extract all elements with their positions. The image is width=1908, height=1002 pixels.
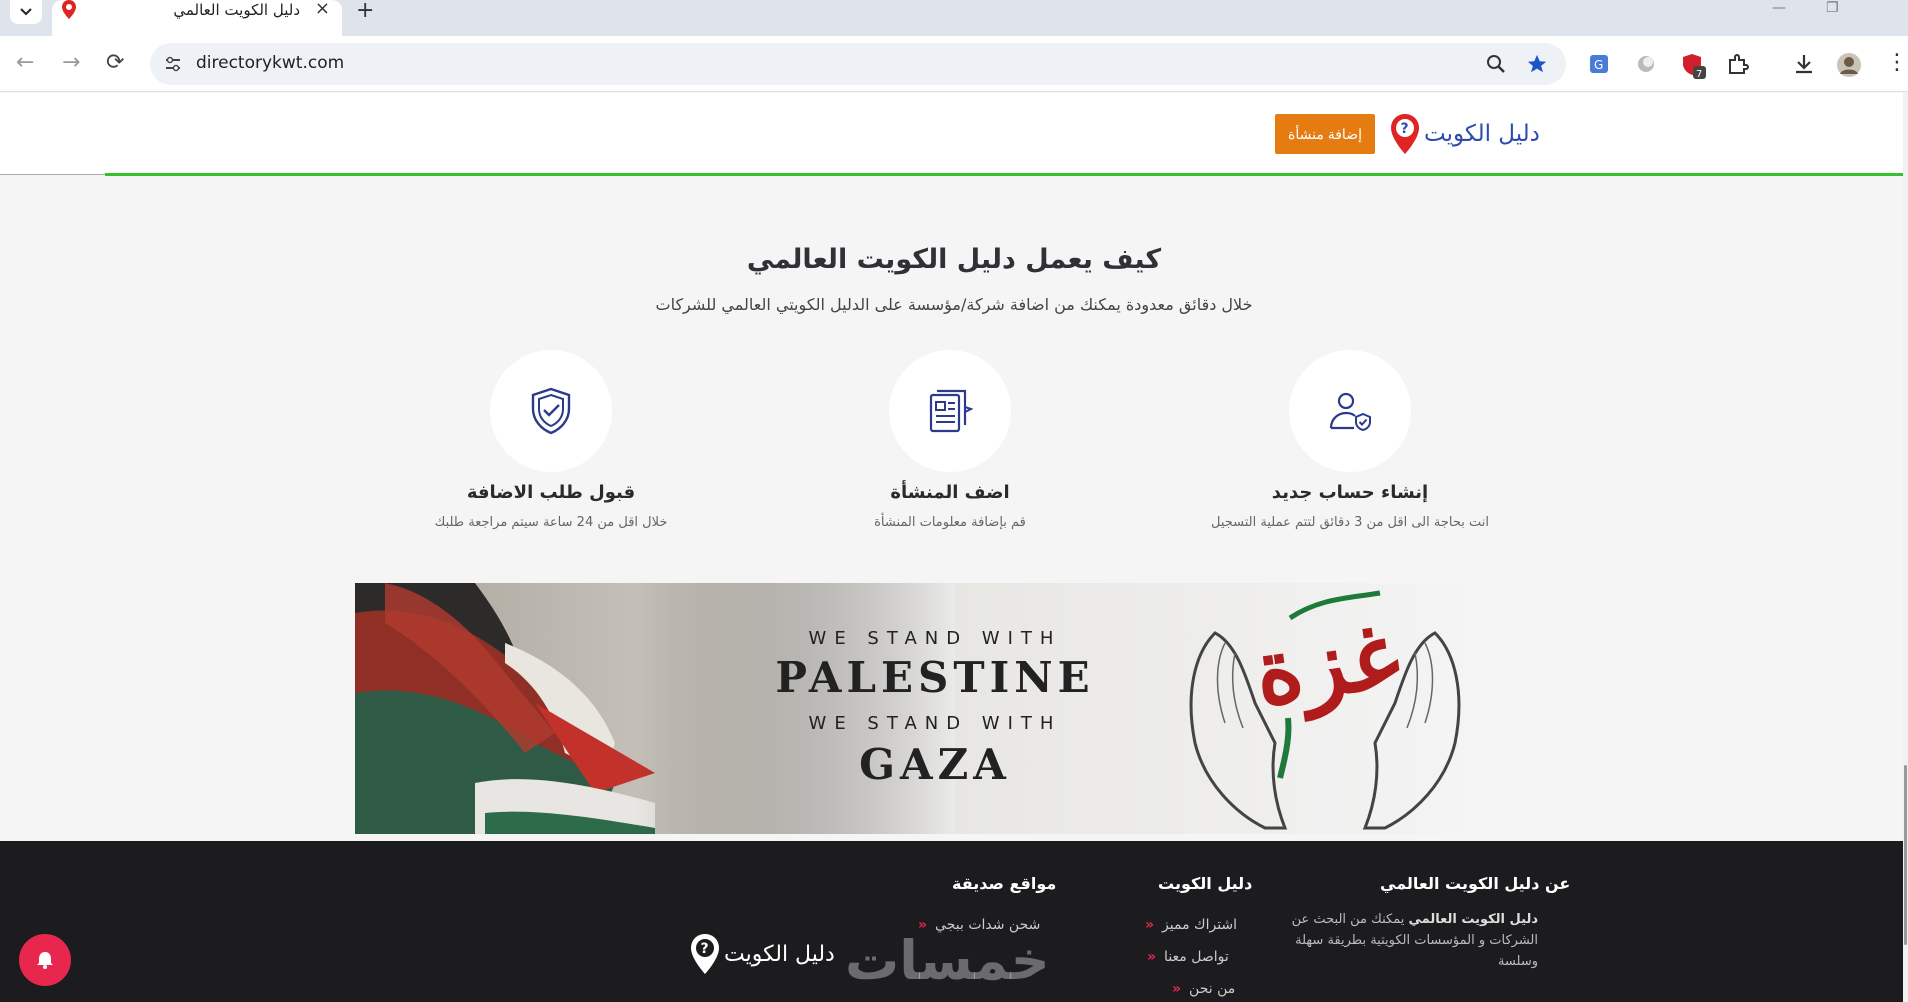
banner-text: WE STAND WITH xyxy=(785,628,1085,649)
shield-check-icon xyxy=(531,387,571,435)
menu-kebab-icon[interactable]: ⋮ xyxy=(1886,50,1908,75)
extensions-puzzle-icon[interactable] xyxy=(1726,52,1750,76)
divider xyxy=(0,174,105,175)
footer-logo[interactable]: ? دليل الكويت xyxy=(690,933,835,975)
minimize-icon[interactable]: — xyxy=(1772,0,1786,16)
footer-logo-text: دليل الكويت xyxy=(724,941,835,967)
double-chevron-icon: « xyxy=(1145,917,1155,933)
footer-directory-title: دليل الكويت xyxy=(1158,874,1253,893)
section-subtitle: خلال دقائق معدودة يمكنك من اضافة شركة/مؤ… xyxy=(655,295,1253,314)
section-title: كيف يعمل دليل الكويت العالمي xyxy=(746,244,1162,275)
map-pin-question-icon: ? xyxy=(691,934,719,974)
browser-tab[interactable]: دليل الكويت العالمي × xyxy=(52,0,342,36)
footer-link-label: تواصل معنا xyxy=(1164,949,1229,965)
site-footer: عن دليل الكويت العالمي دليل الكويت العال… xyxy=(0,841,1903,1002)
svg-text:?: ? xyxy=(1401,121,1409,137)
browser-tab-strip: دليل الكويت العالمي × + — ❐ xyxy=(0,0,1908,36)
close-icon[interactable]: × xyxy=(315,0,330,19)
restore-icon[interactable]: ❐ xyxy=(1826,0,1839,16)
tab-title: دليل الكويت العالمي xyxy=(173,1,300,19)
svg-text:?: ? xyxy=(701,941,709,957)
footer-link-label: من نحن xyxy=(1189,981,1236,997)
reload-icon[interactable]: ⟳ xyxy=(106,50,124,75)
calligraphy-accent xyxy=(1277,590,1381,779)
profile-avatar[interactable] xyxy=(1836,52,1861,77)
footer-about-title: عن دليل الكويت العالمي xyxy=(1380,874,1571,893)
step-create-account: إنشاء حساب جديد انت بحاجة الى اقل من 3 د… xyxy=(1160,350,1540,530)
user-check-icon xyxy=(1329,392,1371,432)
progress-line xyxy=(105,173,1908,176)
url-text: directorykwt.com xyxy=(196,53,345,73)
adblock-extension-icon[interactable]: 7 xyxy=(1680,52,1706,80)
banner-text: PALESTINE xyxy=(765,653,1105,702)
scrollbar-thumb[interactable] xyxy=(1904,765,1907,945)
translate-extension-icon[interactable]: G xyxy=(1588,52,1612,76)
banner-line: WE STAND WITH xyxy=(808,713,1062,734)
step-title: إنشاء حساب جديد xyxy=(1271,482,1429,503)
palestine-banner: WE STAND WITH PALESTINE WE STAND WITH GA… xyxy=(355,583,1468,834)
step-icon-circle xyxy=(490,350,612,472)
document-icon xyxy=(929,389,973,433)
map-pin-question-icon: ? xyxy=(1391,114,1419,154)
footer-link-contact[interactable]: تواصل معنا « xyxy=(1147,949,1229,965)
footer-link-premium[interactable]: اشتراك مميز « xyxy=(1145,917,1237,933)
footer-link-about[interactable]: من نحن « xyxy=(1172,981,1235,997)
site-header: ? دليل الكويت إضافة منشأة xyxy=(0,93,1908,176)
banner-text: WE STAND WITH xyxy=(785,713,1085,734)
footer-about-bold: دليل الكويت العالمي xyxy=(1408,912,1538,927)
svg-text:G: G xyxy=(1594,58,1603,72)
banner-headline: GAZA xyxy=(859,740,1011,789)
step-title: قبول طلب الاضافة xyxy=(466,482,636,503)
banner-headline: PALESTINE xyxy=(775,653,1095,702)
bell-icon xyxy=(37,952,53,969)
add-business-button[interactable]: إضافة منشأة xyxy=(1275,114,1375,154)
double-chevron-icon: « xyxy=(1172,981,1182,997)
zoom-icon[interactable] xyxy=(1486,54,1506,74)
download-icon[interactable] xyxy=(1792,52,1816,76)
new-tab-icon[interactable]: + xyxy=(356,0,374,23)
banner-text: GAZA xyxy=(785,740,1085,789)
forward-icon[interactable]: → xyxy=(62,50,80,75)
step-desc: انت بحاجة الى اقل من 3 دقائق لتتم عملية … xyxy=(1211,515,1489,530)
step-title: اضف المنشأة xyxy=(890,482,1010,503)
banner-line: WE STAND WITH xyxy=(808,628,1062,649)
site-settings-icon[interactable] xyxy=(164,55,182,73)
bookmark-star-icon[interactable] xyxy=(1526,53,1548,75)
extension-gray-icon[interactable] xyxy=(1634,52,1658,76)
tab-search-button[interactable] xyxy=(10,0,42,24)
browser-toolbar: ← → ⟳ directorykwt.com G 7 ⋮ xyxy=(0,36,1908,92)
step-desc: قم بإضافة معلومات المنشأة xyxy=(874,515,1026,530)
svg-text:7: 7 xyxy=(1696,69,1702,80)
back-icon[interactable]: ← xyxy=(16,50,34,75)
step-icon-circle xyxy=(889,350,1011,472)
step-icon-circle xyxy=(1289,350,1411,472)
map-pin-favicon-icon xyxy=(62,0,76,19)
site-logo[interactable]: ? دليل الكويت xyxy=(1390,113,1540,155)
site-logo-text: دليل الكويت xyxy=(1424,121,1540,147)
footer-about-text: دليل الكويت العالمي يمكنك من البحث عن ال… xyxy=(1280,909,1538,972)
chevron-down-icon xyxy=(20,8,32,16)
footer-friends-title: مواقع صديقة xyxy=(952,874,1057,893)
khamsat-watermark: خمسات xyxy=(845,929,1050,992)
notification-bell-button[interactable] xyxy=(19,934,71,986)
step-desc: خلال اقل من 24 ساعة سيتم مراجعة طلبك xyxy=(434,515,668,530)
address-bar[interactable]: directorykwt.com xyxy=(150,43,1566,85)
step-add-business: اضف المنشأة قم بإضافة معلومات المنشأة xyxy=(760,350,1140,530)
step-accept-request: قبول طلب الاضافة خلال اقل من 24 ساعة سيت… xyxy=(361,350,741,530)
footer-link-label: اشتراك مميز xyxy=(1162,917,1238,933)
double-chevron-icon: « xyxy=(1147,949,1157,965)
